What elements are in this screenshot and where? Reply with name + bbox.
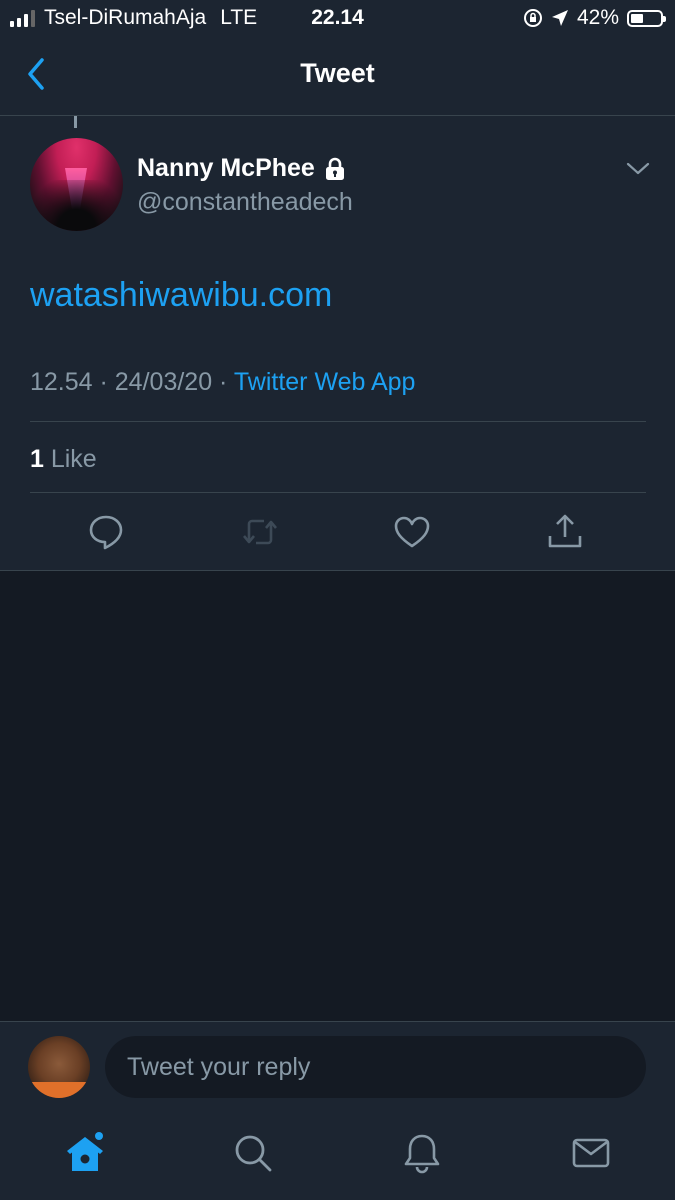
battery-fill (631, 13, 643, 23)
like-count-number: 1 (30, 445, 44, 473)
author-name[interactable]: Nanny McPhee (137, 154, 315, 183)
like-count-label: Like (43, 445, 97, 473)
page-title: Tweet (300, 58, 375, 88)
author-handle[interactable]: @constantheadech (137, 188, 353, 217)
divider (30, 421, 646, 422)
like-icon[interactable] (392, 512, 432, 552)
battery-percent: 42% (576, 6, 619, 29)
chevron-down-icon[interactable] (624, 156, 652, 180)
reply-icon[interactable] (86, 512, 126, 552)
notifications-icon[interactable] (400, 1131, 444, 1175)
tweet-text-link[interactable]: watashiwawibu.com (30, 276, 332, 315)
retweet-icon (243, 519, 277, 545)
reply-composer-bar: Tweet your reply (0, 1021, 675, 1112)
user-avatar[interactable] (28, 1036, 90, 1098)
meta-separator: · (92, 368, 115, 396)
tab-bar (0, 1111, 675, 1200)
tweet-time: 12.54 (30, 368, 93, 396)
home-icon[interactable] (63, 1131, 107, 1175)
divider (30, 492, 646, 493)
share-icon[interactable] (545, 512, 585, 552)
tweet-source-link[interactable]: Twitter Web App (234, 368, 416, 396)
lock-icon (325, 157, 344, 180)
search-icon[interactable] (231, 1131, 275, 1175)
navigation-bar: Tweet (0, 38, 675, 116)
author-avatar[interactable] (30, 138, 123, 231)
tweet-detail: Nanny McPhee @constantheadech watashiwaw… (0, 116, 675, 571)
orientation-lock-icon (523, 9, 542, 27)
battery-icon (627, 9, 666, 27)
reply-placeholder: Tweet your reply (127, 1053, 311, 1081)
likes-count[interactable]: 1 Like (30, 445, 97, 474)
tweet-date: 24/03/20 (114, 368, 213, 396)
status-bar: Tsel-DiRumahAja LTE 22.14 42% (0, 0, 675, 38)
meta-separator: · (212, 368, 234, 396)
location-arrow-icon (551, 10, 568, 26)
tweet-metadata: 12.54 · 24/03/20 · Twitter Web App (30, 368, 415, 397)
messages-icon[interactable] (569, 1131, 613, 1175)
thread-connector-line (74, 116, 77, 128)
reply-input[interactable]: Tweet your reply (105, 1036, 646, 1098)
